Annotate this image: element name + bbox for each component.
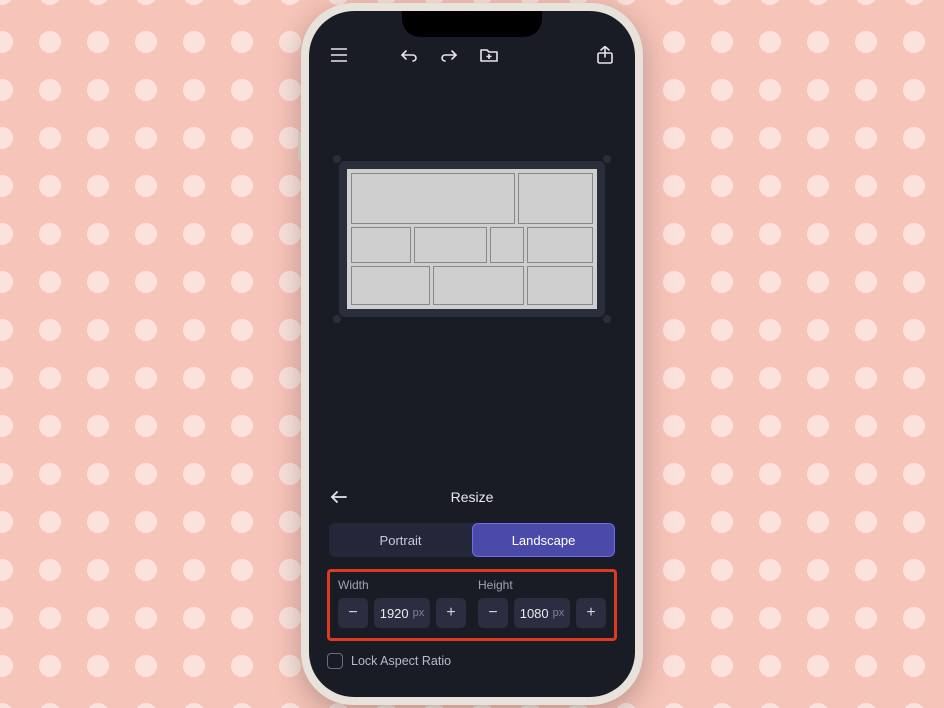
- toolbar-center: [397, 43, 501, 67]
- width-increment-button[interactable]: +: [436, 598, 466, 628]
- redo-icon[interactable]: [437, 43, 461, 67]
- screen: Resize Portrait Landscape Width − 1920 p…: [309, 11, 635, 697]
- collage-cell[interactable]: [414, 227, 487, 262]
- collage-cell[interactable]: [527, 266, 593, 305]
- panel-title: Resize: [451, 489, 494, 505]
- width-group: Width − 1920 px +: [338, 578, 466, 628]
- resize-handle-br[interactable]: [603, 315, 611, 323]
- resize-handle-bl[interactable]: [333, 315, 341, 323]
- artboard-frame[interactable]: [339, 161, 605, 317]
- height-group: Height − 1080 px +: [478, 578, 606, 628]
- menu-icon[interactable]: [327, 43, 351, 67]
- height-decrement-button[interactable]: −: [478, 598, 508, 628]
- width-input[interactable]: 1920 px: [374, 598, 430, 628]
- height-label: Height: [478, 578, 606, 592]
- resize-panel: Resize Portrait Landscape Width − 1920 p…: [309, 471, 635, 697]
- panel-header: Resize: [327, 481, 617, 513]
- tab-portrait[interactable]: Portrait: [329, 523, 472, 557]
- height-unit: px: [553, 607, 565, 619]
- notch: [402, 11, 542, 37]
- share-icon[interactable]: [593, 43, 617, 67]
- collage-cell[interactable]: [433, 266, 524, 305]
- width-value: 1920: [380, 606, 409, 621]
- lock-aspect-label: Lock Aspect Ratio: [351, 654, 451, 668]
- width-unit: px: [413, 607, 425, 619]
- width-label: Width: [338, 578, 466, 592]
- resize-handle-tr[interactable]: [603, 155, 611, 163]
- orientation-segmented: Portrait Landscape: [329, 523, 615, 557]
- resize-handle-tl[interactable]: [333, 155, 341, 163]
- artboard[interactable]: [347, 169, 597, 309]
- lock-aspect-row: Lock Aspect Ratio: [327, 653, 617, 669]
- collage-cell[interactable]: [351, 227, 411, 262]
- folder-icon[interactable]: [477, 43, 501, 67]
- collage-cell[interactable]: [351, 173, 515, 224]
- lock-aspect-checkbox[interactable]: [327, 653, 343, 669]
- undo-icon[interactable]: [397, 43, 421, 67]
- width-decrement-button[interactable]: −: [338, 598, 368, 628]
- back-icon[interactable]: [327, 485, 351, 509]
- collage-cell[interactable]: [518, 173, 593, 224]
- collage-cell[interactable]: [527, 227, 593, 262]
- tab-landscape[interactable]: Landscape: [472, 523, 615, 557]
- phone-frame: Resize Portrait Landscape Width − 1920 p…: [301, 3, 643, 705]
- collage-cell[interactable]: [351, 266, 430, 305]
- height-increment-button[interactable]: +: [576, 598, 606, 628]
- collage-cell[interactable]: [490, 227, 524, 262]
- canvas-area[interactable]: [309, 75, 635, 471]
- dimensions-group-highlighted: Width − 1920 px + Height −: [327, 569, 617, 641]
- height-value: 1080: [520, 606, 549, 621]
- height-input[interactable]: 1080 px: [514, 598, 570, 628]
